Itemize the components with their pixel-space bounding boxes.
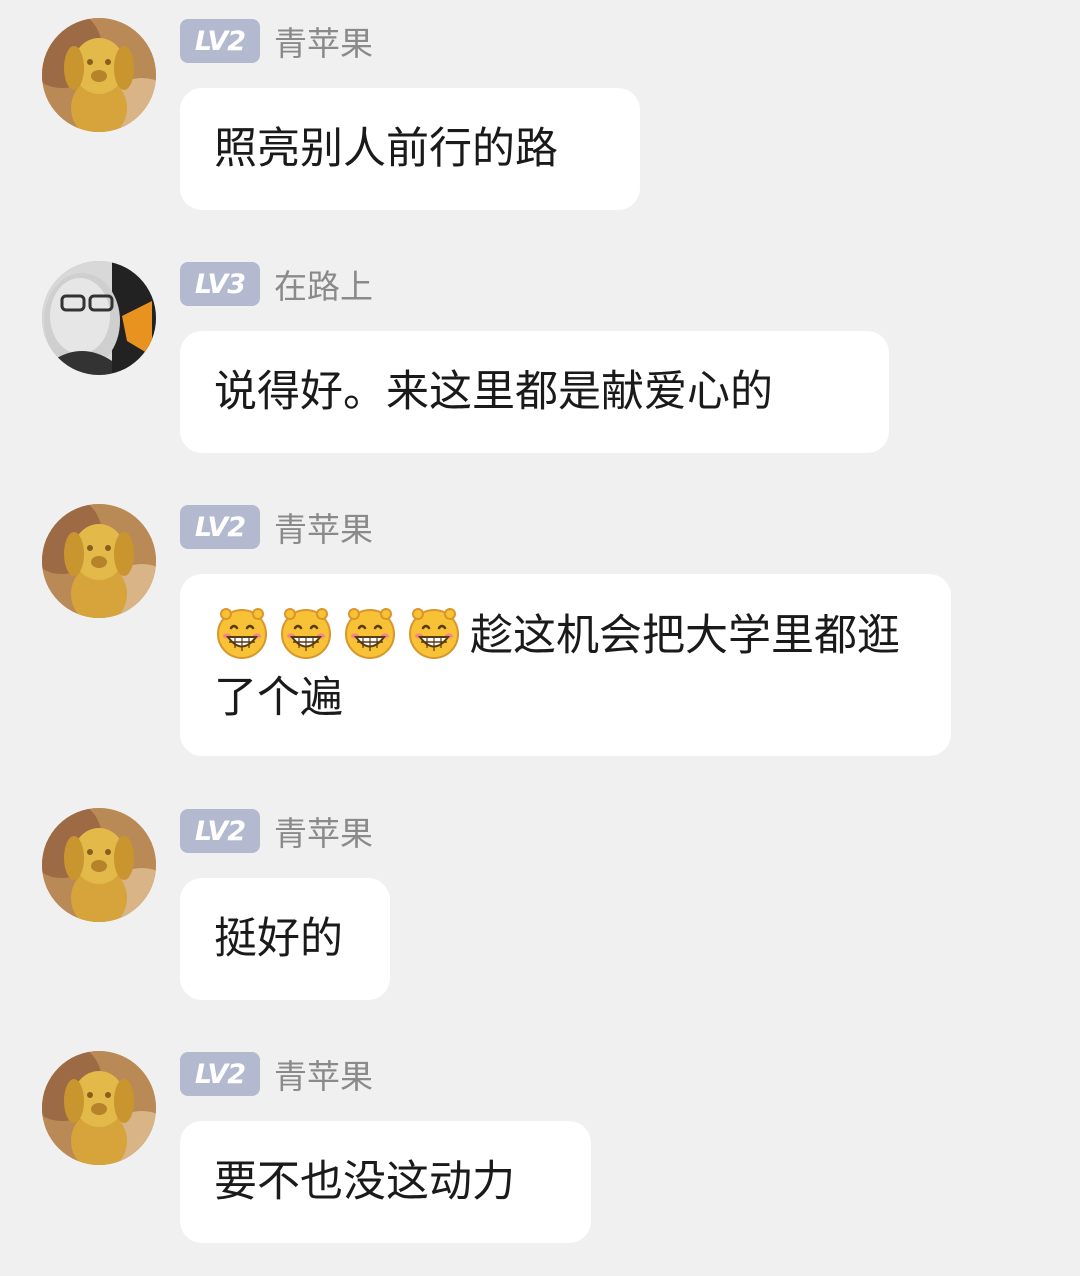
golden-dog-avatar[interactable]	[42, 18, 156, 132]
message-meta: LV2 青苹果	[180, 18, 373, 64]
message-text: 说得好。来这里都是献爱心的	[214, 367, 773, 417]
message-bubble[interactable]: 照亮别人前行的路	[180, 88, 640, 210]
level-badge: LV2	[180, 505, 260, 549]
grinning-face-emoji	[345, 608, 395, 659]
message-bubble[interactable]: 说得好。来这里都是献爱心的	[180, 331, 889, 453]
emoji-group	[214, 608, 470, 661]
level-badge: LV2	[180, 1052, 260, 1096]
grinning-face-emoji	[217, 608, 267, 659]
level-badge: LV2	[180, 809, 260, 853]
man-glasses-avatar[interactable]	[42, 261, 156, 375]
grinning-face-emoji	[281, 608, 331, 659]
golden-dog-avatar[interactable]	[42, 504, 156, 618]
level-badge: LV3	[180, 262, 260, 306]
username[interactable]: 青苹果	[274, 807, 373, 855]
username[interactable]: 青苹果	[274, 503, 373, 551]
message-meta: LV2 青苹果	[180, 808, 373, 854]
level-badge: LV2	[180, 19, 260, 63]
message-text: 挺好的	[214, 914, 343, 964]
message-text: 照亮别人前行的路	[214, 124, 558, 174]
message-bubble[interactable]: 挺好的	[180, 878, 390, 1000]
message-meta: LV2 青苹果	[180, 1051, 373, 1097]
golden-dog-avatar[interactable]	[42, 1051, 156, 1165]
message-meta: LV2 青苹果	[180, 504, 373, 550]
username[interactable]: 青苹果	[274, 1050, 373, 1098]
message-meta: LV3 在路上	[180, 261, 373, 307]
message-bubble[interactable]: 趁这机会把大学里都逛了个遍	[180, 574, 951, 756]
grinning-face-emoji	[409, 608, 459, 659]
message-text: 要不也没这动力	[214, 1157, 515, 1207]
message-bubble[interactable]: 要不也没这动力	[180, 1121, 591, 1243]
golden-dog-avatar[interactable]	[42, 808, 156, 922]
username[interactable]: 青苹果	[274, 17, 373, 65]
chat-thread: LV2 青苹果 照亮别人前行的路 LV3 在路上 说得好。来这里都是献爱心的 L…	[0, 0, 1080, 1276]
username[interactable]: 在路上	[274, 260, 373, 308]
